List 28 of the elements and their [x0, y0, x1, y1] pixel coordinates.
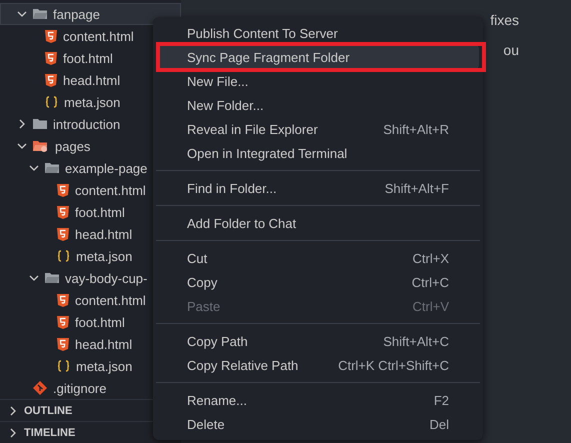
html-file-icon	[57, 338, 69, 350]
editor-text: ou	[503, 42, 519, 58]
chevron-icon	[29, 163, 39, 173]
html-file-icon	[45, 52, 57, 64]
html-file-icon	[57, 184, 69, 196]
folder-row[interactable]: fanpage	[0, 3, 181, 25]
html-file-icon	[57, 316, 69, 328]
folder-icon	[45, 272, 59, 284]
chevron-icon	[17, 119, 27, 129]
chevron-icon	[29, 273, 39, 283]
html-file-icon	[57, 206, 69, 218]
folder-icon	[33, 118, 47, 130]
folder-icon	[33, 8, 47, 20]
html-file-icon	[45, 30, 57, 42]
folder-icon	[33, 140, 49, 152]
html-file-icon	[57, 294, 69, 306]
chevron-icon	[8, 428, 18, 438]
html-file-icon	[57, 228, 69, 240]
json-file-icon	[57, 250, 70, 262]
json-file-icon	[45, 96, 58, 108]
folder-icon	[45, 162, 59, 174]
chevron-icon	[8, 406, 18, 416]
json-file-icon	[57, 360, 70, 372]
git-icon	[33, 381, 47, 395]
editor-text: fixes	[490, 12, 519, 28]
html-file-icon	[45, 74, 57, 86]
chevron-icon	[17, 9, 27, 19]
chevron-icon	[17, 141, 27, 151]
